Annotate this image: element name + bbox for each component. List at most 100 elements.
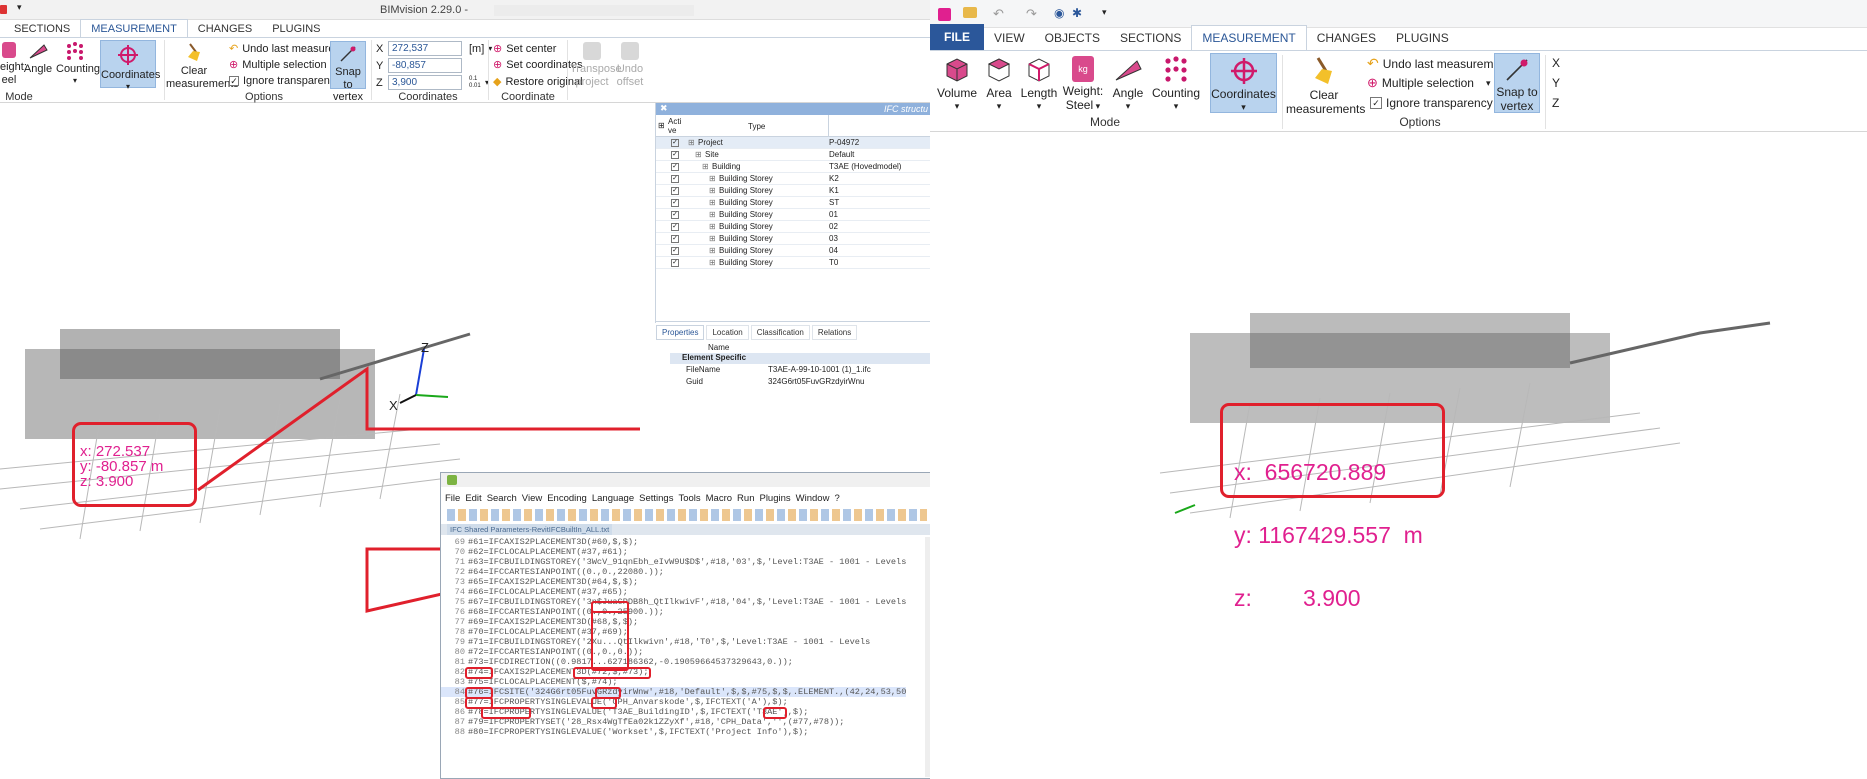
visibility-checkbox[interactable]: ✓ <box>671 139 679 147</box>
tree-row[interactable]: ✓ ⊞ Project P-04972 <box>656 137 931 149</box>
tab-view[interactable]: VIEW <box>984 26 1035 50</box>
tree-row[interactable]: ✓ ⊞ Building Storey K2 <box>656 173 931 185</box>
snap-to-vertex-button[interactable]: Snap to vertex <box>1494 53 1540 113</box>
clear-measurements-button[interactable]: Clear measurements <box>166 42 239 90</box>
tab-location[interactable]: Location <box>706 325 749 340</box>
undo-icon[interactable]: ↶ <box>993 6 1004 22</box>
tab-changes[interactable]: CHANGES <box>188 20 262 38</box>
angle-button[interactable]: Angle ▾ <box>1108 56 1148 111</box>
area-button[interactable]: Area ▾ <box>980 56 1018 111</box>
counting-button[interactable]: Counting ▾ <box>1150 56 1202 111</box>
visibility-checkbox[interactable]: ✓ <box>671 259 679 267</box>
expand-icon[interactable]: ⊞ <box>709 233 716 245</box>
tree-row[interactable]: ✓ ⊞ Building Storey 03 <box>656 233 931 245</box>
tree-row[interactable]: ✓ ⊞ Building Storey 02 <box>656 221 931 233</box>
close-icon[interactable]: ✖ <box>660 103 668 114</box>
ignore-transparency-checkbox[interactable]: ✓ Ignore transparency <box>1370 96 1493 110</box>
chevron-down-icon[interactable]: ▾ <box>1102 7 1107 18</box>
element-specific-header[interactable]: Element Specific <box>670 353 930 364</box>
expand-icon[interactable]: ⊞ <box>709 221 716 233</box>
menu-item[interactable]: Search <box>487 493 517 504</box>
angle-button[interactable]: Angle <box>22 42 54 76</box>
snap-to-vertex-button[interactable]: Snap to vertex <box>330 41 366 103</box>
counting-button[interactable]: Counting ▾ <box>56 42 100 85</box>
expand-icon[interactable]: ⊞ <box>709 197 716 209</box>
doc-tab[interactable]: IFC Shared Parameters-RevitIFCBuiltIn_AL… <box>447 524 613 535</box>
multiple-selection-button[interactable]: ⊕Multiple selection▾ <box>1367 75 1490 91</box>
open-folder-icon[interactable] <box>963 7 977 18</box>
visibility-checkbox[interactable]: ✓ <box>671 235 679 243</box>
expand-icon[interactable]: ⊞ <box>695 149 702 161</box>
tree-row[interactable]: ✓ ⊞ Building Storey T0 <box>656 257 931 269</box>
menu-item[interactable]: Edit <box>465 493 481 504</box>
expand-icon[interactable]: ⊞ <box>709 245 716 257</box>
set-center-button[interactable]: ⊕ Set center <box>493 42 556 56</box>
tab-file[interactable]: FILE <box>930 24 984 50</box>
tree-row[interactable]: ✓ ⊞ Building T3AE (Hovedmodel) <box>656 161 931 173</box>
ignore-transparency-checkbox[interactable]: ✓ Ignore transparency <box>229 75 341 87</box>
tab-measurement[interactable]: MEASUREMENT <box>1191 25 1307 50</box>
menu-item[interactable]: View <box>522 493 542 504</box>
visibility-checkbox[interactable]: ✓ <box>671 211 679 219</box>
tab-measurement[interactable]: MEASUREMENT <box>80 19 188 38</box>
precision-button[interactable]: 0.1 0.01 <box>469 76 481 90</box>
expand-icon[interactable]: ⊞ <box>709 257 716 269</box>
menu-item[interactable]: Macro <box>706 493 732 504</box>
expand-icon[interactable]: ⊞ <box>702 161 709 173</box>
length-button[interactable]: Length ▾ <box>1019 56 1059 111</box>
tab-objects[interactable]: OBJECTS <box>1035 26 1110 50</box>
multiple-selection-button[interactable]: ⊕Multiple selection▾ <box>229 58 335 72</box>
coordinates-button[interactable]: Coordinates ▾ <box>100 40 160 91</box>
tab-relations[interactable]: Relations <box>811 325 858 340</box>
tree-row[interactable]: ✓ ⊞ Building Storey 01 <box>656 209 931 221</box>
volume-button[interactable]: Volume ▾ <box>935 56 979 111</box>
z-coordinate-input[interactable] <box>388 75 462 90</box>
visibility-checkbox[interactable]: ✓ <box>671 175 679 183</box>
menu-item[interactable]: ? <box>834 493 839 504</box>
visibility-checkbox[interactable]: ✓ <box>671 199 679 207</box>
weight-steel-button[interactable]: kg Weight: Steel ▾ <box>1061 56 1105 113</box>
expand-icon[interactable]: ⊞ <box>709 185 716 197</box>
settings-icon[interactable]: ✱ <box>1072 6 1082 20</box>
menu-item[interactable]: Settings <box>639 493 673 504</box>
editor-code-area[interactable]: 69 #61=IFCAXIS2PLACEMENT3D(#60,$,$); 70 #62… <box>441 537 925 777</box>
visibility-checkbox[interactable]: ✓ <box>671 187 679 195</box>
clear-measurements-button[interactable]: Clear measurements <box>1286 56 1365 117</box>
tab-sections[interactable]: SECTIONS <box>1110 26 1191 50</box>
tab-plugins[interactable]: PLUGINS <box>1386 26 1459 50</box>
undo-last-measurement-button[interactable]: ↶ Undo last measurement <box>1367 55 1510 72</box>
expand-icon[interactable]: ⊞ <box>709 173 716 185</box>
menu-item[interactable]: Window <box>796 493 830 504</box>
tab-changes[interactable]: CHANGES <box>1307 26 1386 50</box>
coordinates-button[interactable]: Coordinates ▾ <box>1210 53 1277 113</box>
menu-item[interactable]: Plugins <box>759 493 790 504</box>
tree-row[interactable]: ✓ ⊞ Site Default <box>656 149 931 161</box>
expand-icon[interactable]: ⊞ <box>688 137 695 149</box>
visibility-checkbox[interactable]: ✓ <box>671 223 679 231</box>
tab-sections[interactable]: SECTIONS <box>0 20 80 38</box>
tab-properties[interactable]: Properties <box>656 325 705 340</box>
tree-row[interactable]: ✓ ⊞ Building Storey K1 <box>656 185 931 197</box>
quick-access-chevron-icon[interactable]: ▾ <box>17 2 22 13</box>
menu-item[interactable]: Encoding <box>547 493 587 504</box>
visibility-checkbox[interactable]: ✓ <box>671 163 679 171</box>
right-3d-viewport[interactable]: x: 656720.889 y: 1167429.557 m z: 3.900 <box>930 133 1867 779</box>
y-coordinate-input[interactable] <box>388 58 462 73</box>
menu-item[interactable]: Tools <box>678 493 700 504</box>
tree-row[interactable]: ✓ ⊞ Building Storey ST <box>656 197 931 209</box>
undo-offset-button[interactable]: Undo offset <box>614 42 646 88</box>
menu-item[interactable]: File <box>445 493 460 504</box>
tree-row[interactable]: ✓ ⊞ Building Storey 04 <box>656 245 931 257</box>
x-coordinate-input[interactable] <box>388 41 462 56</box>
transpose-project-button[interactable]: Transpose project <box>570 42 622 88</box>
tab-plugins[interactable]: PLUGINS <box>262 20 330 38</box>
target-icon[interactable]: ◉ <box>1054 6 1064 20</box>
menu-item[interactable]: Language <box>592 493 634 504</box>
expand-icon[interactable]: ⊞ <box>709 209 716 221</box>
redo-icon[interactable]: ↷ <box>1026 6 1037 22</box>
visibility-checkbox[interactable]: ✓ <box>671 151 679 159</box>
tab-classification[interactable]: Classification <box>750 325 810 340</box>
menu-item[interactable]: Run <box>737 493 754 504</box>
weight-steel-button[interactable]: eight: eel <box>0 42 27 86</box>
visibility-checkbox[interactable]: ✓ <box>671 247 679 255</box>
